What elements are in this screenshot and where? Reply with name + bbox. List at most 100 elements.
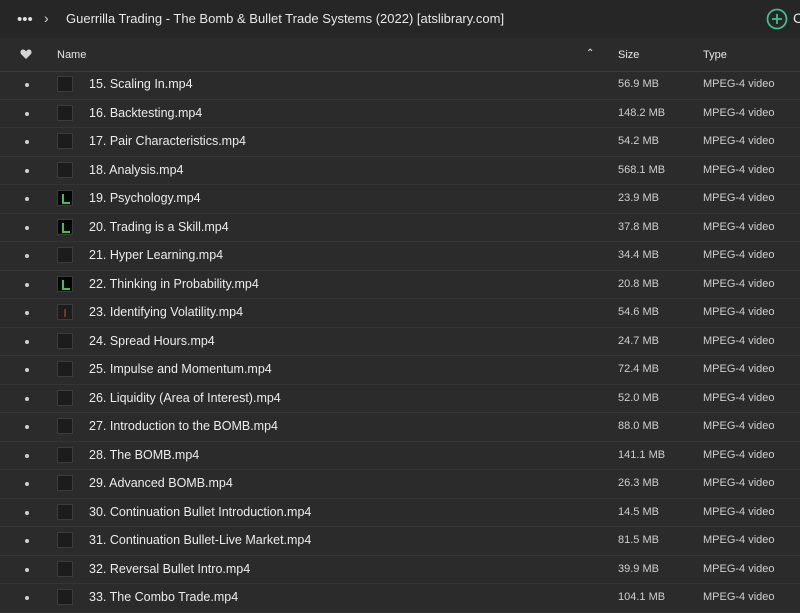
sort-ascending-icon[interactable]: ⌃ (586, 48, 594, 59)
file-row[interactable]: 32. Reversal Bullet Intro.mp4 39.9 MB MPEG… (0, 556, 800, 584)
bullet-dot-icon (25, 140, 29, 144)
file-type: MPEG-4 video (703, 249, 775, 261)
video-thumbnail (57, 218, 73, 235)
file-name[interactable]: 19. Psychology.mp4 (89, 191, 201, 205)
video-thumbnail (57, 304, 73, 320)
bullet-dot-icon (25, 225, 29, 230)
file-size: 88.0 MB (618, 420, 659, 432)
file-name[interactable]: 22. Thinking in Probability.mp4 (89, 277, 259, 291)
bullet-dot-icon (25, 482, 29, 486)
file-name[interactable]: 33. The Combo Trade.mp4 (89, 590, 238, 604)
file-type: MPEG-4 video (703, 163, 775, 176)
file-type: MPEG-4 video (703, 192, 775, 204)
file-row[interactable]: 18. Analysis.mp4 568.1 MB MPEG-4 video (0, 157, 800, 185)
file-type: MPEG-4 video (703, 106, 775, 119)
file-row[interactable]: 25. Impulse and Momentum.mp4 72.4 MB MPEG-… (0, 356, 800, 385)
file-name[interactable]: 32. Reversal Bullet Intro.mp4 (89, 562, 250, 576)
file-name[interactable]: 23. Identifying Volatility.mp4 (89, 305, 243, 319)
video-thumbnail (57, 446, 73, 463)
file-type: MPEG-4 video (703, 363, 775, 375)
video-thumbnail (57, 475, 73, 491)
file-size: 56.9 MB (618, 78, 659, 90)
file-type: MPEG-4 video (703, 448, 775, 461)
file-row[interactable]: 30. Continuation Bullet Introduction.mp4… (0, 499, 800, 527)
file-row[interactable]: 26. Liquidity (Area of Interest).mp4 52.0… (0, 385, 800, 413)
add-button-label[interactable]: C (793, 10, 800, 26)
file-row[interactable]: 22. Thinking in Probability.mp4 20.8 MB MP… (0, 271, 800, 299)
file-name[interactable]: 25. Impulse and Momentum.mp4 (89, 362, 272, 376)
bullet-dot-icon (25, 168, 29, 173)
file-type: MPEG-4 video (703, 534, 775, 546)
file-row[interactable]: 19. Psychology.mp4 23.9 MB MPEG-4 video (0, 185, 800, 214)
video-thumbnail (57, 589, 73, 605)
file-name[interactable]: 28. The BOMB.mp4 (89, 448, 199, 462)
file-row[interactable]: 24. Spread Hours.mp4 24.7 MB MPEG-4 video (0, 328, 800, 356)
file-name[interactable]: 29. Advanced BOMB.mp4 (89, 476, 233, 490)
video-thumbnail (57, 361, 73, 377)
file-size: 37.8 MB (618, 220, 659, 233)
favorite-heart-icon[interactable] (20, 48, 32, 60)
file-name[interactable]: 31. Continuation Bullet-Live Market.mp4 (89, 533, 311, 547)
file-row[interactable]: 21. Hyper Learning.mp4 34.4 MB MPEG-4 vide… (0, 242, 800, 271)
column-header-size[interactable]: Size (618, 49, 639, 61)
file-type: MPEG-4 video (703, 420, 775, 432)
file-size: 54.2 MB (618, 135, 659, 147)
file-name[interactable]: 27. Introduction to the BOMB.mp4 (89, 419, 278, 433)
file-name[interactable]: 18. Analysis.mp4 (89, 163, 184, 177)
column-header-type[interactable]: Type (703, 49, 727, 61)
breadcrumb-folder-path[interactable]: Guerrilla Trading - The Bomb & Bullet Tr… (66, 11, 504, 26)
file-size: 39.9 MB (618, 562, 659, 575)
file-name[interactable]: 30. Continuation Bullet Introduction.mp4 (89, 505, 311, 519)
video-thumbnail (57, 161, 73, 178)
video-thumbnail (57, 104, 73, 121)
file-size: 72.4 MB (618, 363, 659, 375)
file-size: 568.1 MB (618, 163, 666, 176)
bullet-dot-icon (25, 111, 29, 116)
file-size: 54.6 MB (618, 306, 659, 318)
file-row[interactable]: 15. Scaling In.mp4 56.9 MB MPEG-4 video (0, 71, 800, 100)
file-type: MPEG-4 video (703, 562, 775, 575)
file-size: 81.5 MB (618, 534, 659, 546)
file-name[interactable]: 16. Backtesting.mp4 (89, 106, 202, 120)
file-list: 15. Scaling In.mp4 56.9 MB MPEG-4 video 16.… (0, 71, 800, 613)
column-header-name[interactable]: Name (57, 49, 86, 61)
file-name[interactable]: 17. Pair Characteristics.mp4 (89, 134, 246, 148)
bullet-dot-icon (25, 311, 29, 315)
bullet-dot-icon (25, 396, 29, 401)
file-size: 26.3 MB (618, 477, 659, 489)
bullet-dot-icon (25, 596, 29, 600)
file-name[interactable]: 21. Hyper Learning.mp4 (89, 248, 223, 262)
file-size: 23.9 MB (618, 192, 659, 204)
video-thumbnail (57, 76, 73, 92)
video-thumbnail (57, 389, 73, 406)
file-row[interactable]: 20. Trading is a Skill.mp4 37.8 MB MPEG-4 … (0, 214, 800, 242)
video-thumbnail (57, 190, 73, 206)
video-thumbnail (57, 418, 73, 434)
video-thumbnail (57, 503, 73, 520)
add-circle-icon[interactable] (766, 8, 788, 30)
file-row[interactable]: 33. The Combo Trade.mp4 104.1 MB MPEG-4 vi… (0, 584, 800, 613)
file-row[interactable]: 27. Introduction to the BOMB.mp4 88.0 MB M… (0, 413, 800, 442)
file-name[interactable]: 26. Liquidity (Area of Interest).mp4 (89, 391, 281, 405)
bullet-dot-icon (25, 510, 29, 515)
file-type: MPEG-4 video (703, 391, 775, 404)
file-name[interactable]: 24. Spread Hours.mp4 (89, 334, 215, 348)
file-row[interactable]: 17. Pair Characteristics.mp4 54.2 MB MPEG-… (0, 128, 800, 157)
file-size: 52.0 MB (618, 391, 659, 404)
file-row[interactable]: 16. Backtesting.mp4 148.2 MB MPEG-4 video (0, 100, 800, 128)
bullet-dot-icon (25, 539, 29, 543)
bullet-dot-icon (25, 425, 29, 429)
more-options-icon[interactable]: ••• (17, 11, 33, 28)
file-row[interactable]: 29. Advanced BOMB.mp4 26.3 MB MPEG-4 video (0, 470, 800, 499)
file-row[interactable]: 31. Continuation Bullet-Live Market.mp4 8… (0, 527, 800, 556)
file-type: MPEG-4 video (703, 505, 775, 518)
file-row[interactable]: 23. Identifying Volatility.mp4 54.6 MB MPE… (0, 299, 800, 328)
file-type: MPEG-4 video (703, 277, 775, 290)
file-name[interactable]: 20. Trading is a Skill.mp4 (89, 220, 229, 234)
file-size: 34.4 MB (618, 249, 659, 261)
file-row[interactable]: 28. The BOMB.mp4 141.1 MB MPEG-4 video (0, 442, 800, 470)
file-name[interactable]: 15. Scaling In.mp4 (89, 77, 193, 91)
bullet-dot-icon (25, 282, 29, 287)
column-header-row: Name ⌃ Size Type (0, 38, 800, 72)
file-size: 24.7 MB (618, 334, 659, 347)
